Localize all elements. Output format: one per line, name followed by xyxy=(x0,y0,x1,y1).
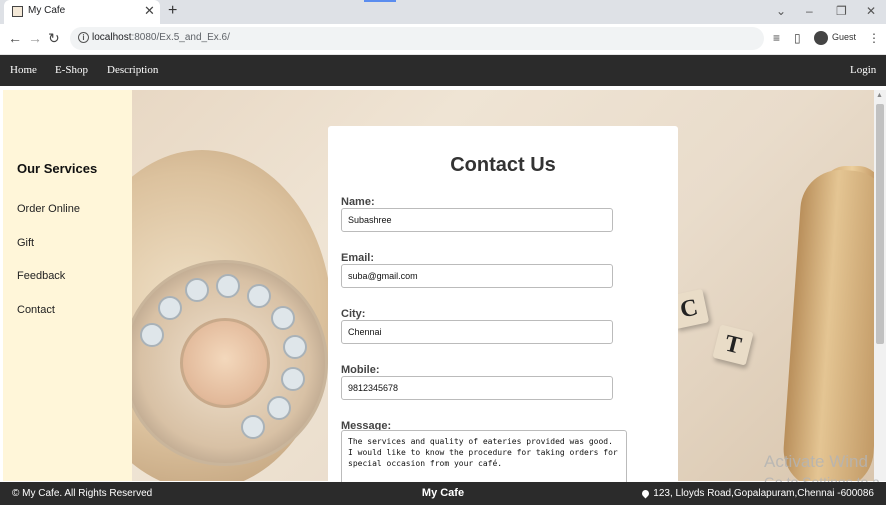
sidebar-item-gift[interactable]: Gift xyxy=(17,237,34,249)
nav-description-link[interactable]: Description xyxy=(107,64,158,76)
site-navbar: Home E-Shop Description Login xyxy=(0,55,886,86)
new-tab-icon[interactable]: + xyxy=(168,1,177,21)
nav-eshop-link[interactable]: E-Shop xyxy=(55,64,88,76)
sidebar-item-order-online[interactable]: Order Online xyxy=(17,203,80,215)
nav-login-link[interactable]: Login xyxy=(850,64,876,76)
name-label: Name: xyxy=(341,196,375,208)
footer-address: 123, Lloyds Road,Gopalapuram,Chennai -60… xyxy=(640,488,874,499)
url-text: localhost:8080/Ex.5_and_Ex.6/ xyxy=(92,32,230,43)
info-icon[interactable]: i xyxy=(78,32,89,43)
sidebar-title: Our Services xyxy=(17,161,98,176)
browser-tab[interactable]: My Cafe ✕ xyxy=(4,0,160,24)
sidebar-item-feedback[interactable]: Feedback xyxy=(17,270,65,282)
contact-form-card: Contact Us Name: Email: City: Mobile: Me… xyxy=(328,126,678,490)
letter-tile-t: T xyxy=(712,324,754,366)
reload-icon[interactable]: ↻ xyxy=(48,30,60,46)
restore-icon[interactable]: ❐ xyxy=(836,3,847,19)
footer-address-text: 123, Lloyds Road,Gopalapuram,Chennai -60… xyxy=(653,488,874,499)
services-sidebar: Our Services Order Online Gift Feedback … xyxy=(3,90,132,481)
minimize-icon[interactable]: – xyxy=(806,3,813,19)
url-host: localhost xyxy=(92,32,132,43)
dial-center xyxy=(180,318,270,408)
forward-arrow-icon[interactable]: → xyxy=(28,30,42,46)
form-title: Contact Us xyxy=(450,154,556,176)
dial-hole xyxy=(282,335,307,360)
dial-hole xyxy=(266,395,291,420)
cafe-favicon-icon xyxy=(12,6,23,17)
dial-hole xyxy=(270,305,295,330)
city-label: City: xyxy=(341,308,366,320)
tab-drag-accent xyxy=(364,0,396,2)
email-label: Email: xyxy=(341,252,375,264)
browser-tab-strip: My Cafe ✕ + ⌄ – ❐ ✕ xyxy=(0,0,886,24)
email-input[interactable] xyxy=(341,264,613,288)
tab-search-chevron-icon[interactable]: ⌄ xyxy=(776,3,786,19)
mobile-input[interactable] xyxy=(341,376,613,400)
site-footer: © My Cafe. All Rights Reserved My Cafe 1… xyxy=(0,482,886,505)
url-path: :8080/Ex.5_and_Ex.6/ xyxy=(131,32,230,43)
name-input[interactable] xyxy=(341,208,613,232)
dial-hole xyxy=(247,283,271,308)
guest-avatar-icon[interactable] xyxy=(814,31,828,45)
scroll-up-icon[interactable]: ▲ xyxy=(876,92,883,99)
address-bar: ← → ↻ i localhost:8080/Ex.5_and_Ex.6/ ≡ … xyxy=(0,24,886,55)
dial-hole xyxy=(157,295,182,320)
reading-list-icon[interactable]: ≡ xyxy=(773,30,780,46)
message-textarea[interactable]: The services and quality of eateries pro… xyxy=(341,430,627,490)
mobile-label: Mobile: xyxy=(341,364,380,376)
browser-menu-icon[interactable]: ⋮ xyxy=(868,30,880,46)
tab-title: My Cafe xyxy=(28,5,66,16)
sidebar-item-contact[interactable]: Contact xyxy=(17,304,55,316)
side-panel-icon[interactable]: ▯ xyxy=(794,30,801,46)
location-pin-icon xyxy=(640,488,651,499)
close-tab-icon[interactable]: ✕ xyxy=(144,3,155,19)
profile-label[interactable]: Guest xyxy=(832,32,856,42)
url-input[interactable]: i localhost:8080/Ex.5_and_Ex.6/ xyxy=(70,27,764,50)
back-arrow-icon[interactable]: ← xyxy=(8,30,22,46)
phone-handset xyxy=(780,167,874,481)
close-window-icon[interactable]: ✕ xyxy=(866,3,876,19)
dial-hole xyxy=(140,322,165,347)
scroll-thumb[interactable] xyxy=(876,104,884,344)
page-scrollbar[interactable]: ▲ xyxy=(874,90,886,481)
activate-windows-watermark: Activate Wind xyxy=(764,452,868,471)
dial-hole xyxy=(184,278,209,303)
city-input[interactable] xyxy=(341,320,613,344)
nav-home-link[interactable]: Home xyxy=(10,64,37,76)
